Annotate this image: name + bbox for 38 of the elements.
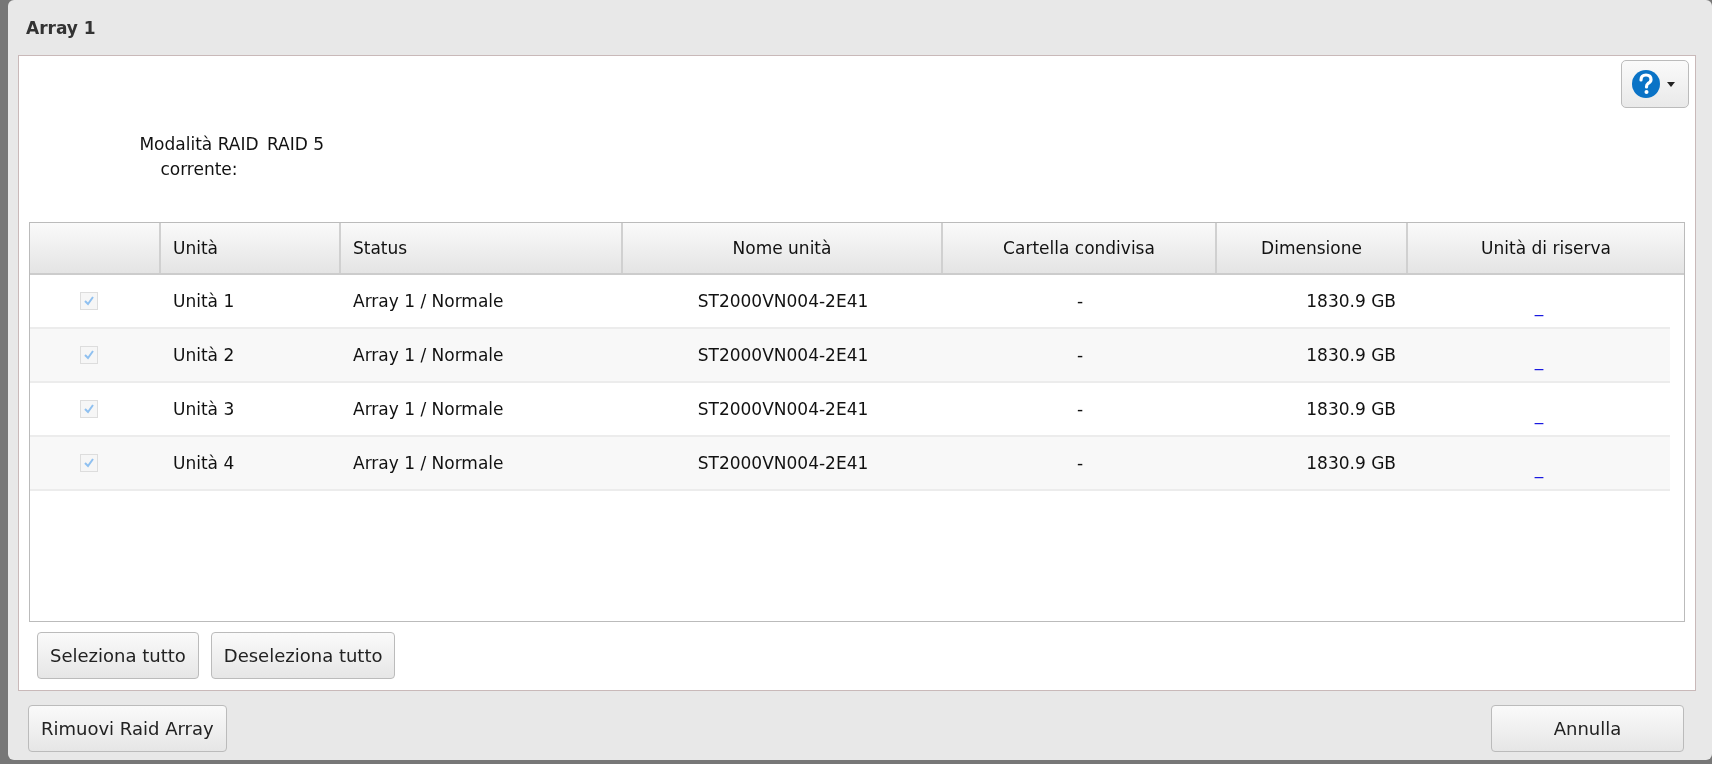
raid-mode-value: RAID 5: [267, 133, 325, 156]
table-cell-text: Unità 1: [172, 290, 236, 313]
table-cell-text: -: [1075, 344, 1085, 367]
table-cell-text: Unità 4: [172, 452, 236, 475]
column-header[interactable]: Unità: [161, 223, 341, 273]
select-all-button[interactable]: Seleziona tutto: [37, 632, 199, 679]
help-menu-button[interactable]: [1621, 60, 1689, 108]
column-header[interactable]: Nome unità: [623, 223, 943, 273]
table-cell-text: -: [1075, 452, 1085, 475]
remove-raid-array-button[interactable]: Rimuovi Raid Array: [28, 705, 227, 752]
column-header[interactable]: Dimensione: [1217, 223, 1408, 273]
table-cell-text: Array 1 / Normale: [352, 290, 505, 313]
checkmark-icon: [83, 403, 95, 415]
table-cell-text: Unità 3: [172, 398, 236, 421]
table-cell-text: Unità 2: [172, 344, 236, 367]
table-cell-text: 1830.9 GB: [1305, 344, 1397, 367]
checkmark-icon: [83, 349, 95, 361]
table-cell-text: 1830.9 GB: [1305, 290, 1397, 313]
deselect-all-button[interactable]: Deseleziona tutto: [210, 632, 396, 679]
table-cell-text: -: [1075, 290, 1085, 313]
table-cell-text: 1830.9 GB: [1305, 452, 1397, 475]
column-header[interactable]: Cartella condivisa: [943, 223, 1217, 273]
raid-mode-label: Modalità RAID corrente:: [138, 133, 260, 181]
table-cell-text: Array 1 / Normale: [352, 398, 505, 421]
table-cell-text: ST2000VN004-2E41: [696, 344, 870, 367]
table-cell-text: ST2000VN004-2E41: [696, 290, 870, 313]
table-cell-text: ST2000VN004-2E41: [696, 398, 870, 421]
window-title: Array 1: [25, 16, 97, 40]
cancel-button[interactable]: Annulla: [1491, 705, 1684, 752]
table-cell-text: Array 1 / Normale: [352, 452, 505, 475]
table-cell-text: 1830.9 GB: [1305, 398, 1397, 421]
column-header[interactable]: Unità di riserva: [1408, 223, 1684, 273]
table-cell-text: Array 1 / Normale: [352, 344, 505, 367]
checkmark-icon: [83, 457, 95, 469]
table-cell-text: -: [1075, 398, 1085, 421]
table-cell-text: ST2000VN004-2E41: [696, 452, 870, 475]
column-header[interactable]: Status: [341, 223, 623, 273]
checkmark-icon: [83, 295, 95, 307]
